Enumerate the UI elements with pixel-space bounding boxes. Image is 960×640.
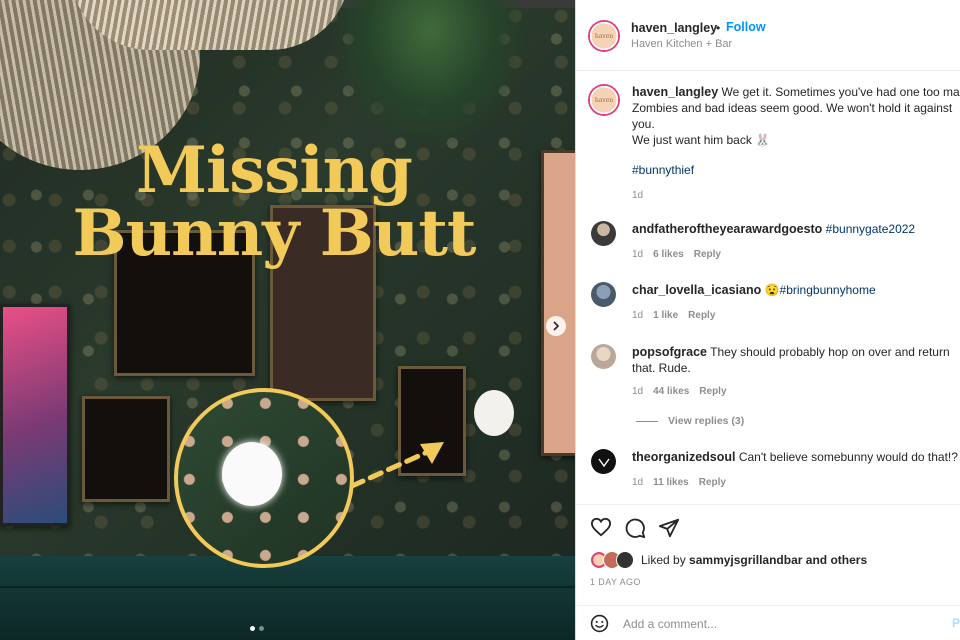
comment-text: Can't believe somebunny would do that!?	[738, 450, 958, 464]
likes-summary: Liked by sammyjsgrillandbar and others	[590, 551, 867, 569]
commenter-username[interactable]: char_lovella_icasiano	[632, 283, 761, 297]
reply-button[interactable]: Reply	[699, 477, 726, 488]
comment-body: theorganizedsoul Can't believe somebunny…	[632, 449, 960, 491]
share-send-icon[interactable]	[658, 517, 680, 539]
avatar-logo: haven	[594, 96, 614, 104]
post-comment-button[interactable]: P	[952, 616, 960, 630]
commenter-avatar[interactable]	[591, 282, 616, 307]
caption-time: 1d	[632, 190, 644, 201]
caption-line-3: you.	[632, 117, 655, 131]
comment-time: 1d	[632, 386, 644, 397]
comment-time: 1d	[632, 310, 644, 321]
wall-painting	[0, 304, 70, 526]
header-separator: •	[716, 21, 721, 35]
headline-line-1: Missing	[136, 133, 413, 208]
reply-button[interactable]: Reply	[694, 249, 721, 260]
emoji-smiley-icon[interactable]	[590, 614, 609, 633]
bunny-tail-on-wall	[474, 390, 514, 436]
missing-bunny-tail-spot	[222, 442, 282, 506]
carousel-dot-active	[250, 626, 255, 631]
caption-line-1: We get it. Sometimes you've had one too …	[721, 85, 960, 99]
comment-body: popsofgrace They should probably hop on …	[632, 344, 960, 400]
comment-body: char_lovella_icasiano 😧#bringbunnyhome 1…	[632, 282, 960, 324]
wall-frame	[82, 396, 170, 502]
liker-avatar	[616, 551, 634, 569]
comment-hashtag[interactable]: #bringbunnyhome	[780, 283, 876, 297]
commenter-avatar[interactable]	[591, 344, 616, 369]
teal-sofa	[0, 556, 575, 640]
reply-button[interactable]: Reply	[688, 310, 715, 321]
account-avatar[interactable]: haven	[588, 20, 620, 52]
comment-time: 1d	[632, 249, 644, 260]
liked-by-others[interactable]: and others	[806, 553, 867, 567]
account-username[interactable]: haven_langley	[631, 21, 717, 35]
caption-line-4: We just want him back 🐰	[632, 133, 771, 147]
carousel-dots	[250, 626, 264, 631]
carousel-next-button[interactable]	[546, 316, 566, 336]
headline-line-2: Bunny Butt	[72, 195, 477, 271]
comment-text-line-2: that. Rude.	[632, 361, 691, 375]
dashed-arrow-icon	[349, 442, 444, 489]
comment-likes[interactable]: 11 likes	[653, 477, 689, 488]
post-timestamp: 1 DAY AGO	[590, 577, 641, 587]
follow-button[interactable]: Follow	[726, 20, 766, 34]
chevron-right-icon	[553, 321, 560, 331]
post-headline: Missing Bunny Butt	[14, 133, 534, 271]
comment-likes[interactable]: 6 likes	[653, 249, 684, 260]
commenter-avatar[interactable]	[591, 449, 616, 474]
comment-body: andfatheroftheyearawardgoesto #bunnygate…	[632, 221, 960, 263]
comment-likes[interactable]: 44 likes	[653, 386, 689, 397]
caption-hashtag[interactable]: #bunnythief	[632, 162, 960, 178]
comment-text: 😧	[764, 283, 780, 297]
comment-text: They should probably hop on over and ret…	[710, 345, 950, 359]
caption-line-2: Zombies and bad ideas seem good. We won'…	[632, 101, 953, 115]
caption-text: haven_langley We get it. Sometimes you'v…	[632, 84, 960, 204]
commenter-username[interactable]: andfatheroftheyearawardgoesto	[632, 222, 822, 236]
reply-button[interactable]: Reply	[699, 386, 726, 397]
post-header: haven haven_langley • Follow Haven Kitch…	[576, 0, 960, 71]
carousel-dot	[259, 626, 264, 631]
comment-hashtag[interactable]: #bunnygate2022	[826, 222, 915, 236]
view-replies-button[interactable]: View replies (3)	[636, 415, 744, 427]
wall-frame-tall	[541, 150, 575, 456]
comment-time: 1d	[632, 477, 644, 488]
post-actions: Liked by sammyjsgrillandbar and others 1…	[576, 504, 960, 639]
heart-logo-icon	[597, 458, 610, 467]
commenter-username[interactable]: theorganizedsoul	[632, 450, 735, 464]
add-comment-bar: Add a comment... P	[576, 605, 960, 640]
add-comment-input[interactable]: Add a comment...	[623, 617, 717, 631]
comment-bubble-icon[interactable]	[624, 517, 646, 539]
commenter-username[interactable]: popsofgrace	[632, 345, 707, 359]
view-replies-label: View replies (3)	[668, 415, 745, 427]
liked-by-prefix: Liked by	[641, 553, 686, 567]
caption-avatar[interactable]: haven	[588, 84, 620, 116]
avatar-logo: haven	[594, 32, 614, 40]
comment-likes[interactable]: 1 like	[653, 310, 678, 321]
highlight-circle	[174, 388, 354, 568]
commenter-avatar[interactable]	[591, 221, 616, 246]
like-heart-icon[interactable]	[590, 517, 612, 537]
post-image[interactable]: Missing Bunny Butt	[0, 0, 575, 640]
account-location[interactable]: Haven Kitchen + Bar	[631, 38, 732, 50]
caption-username[interactable]: haven_langley	[632, 85, 718, 99]
hanging-plant	[330, 0, 530, 150]
replies-divider	[636, 420, 658, 422]
post-side-panel: haven haven_langley • Follow Haven Kitch…	[575, 0, 960, 640]
liked-by-user[interactable]: sammyjsgrillandbar	[689, 553, 802, 567]
